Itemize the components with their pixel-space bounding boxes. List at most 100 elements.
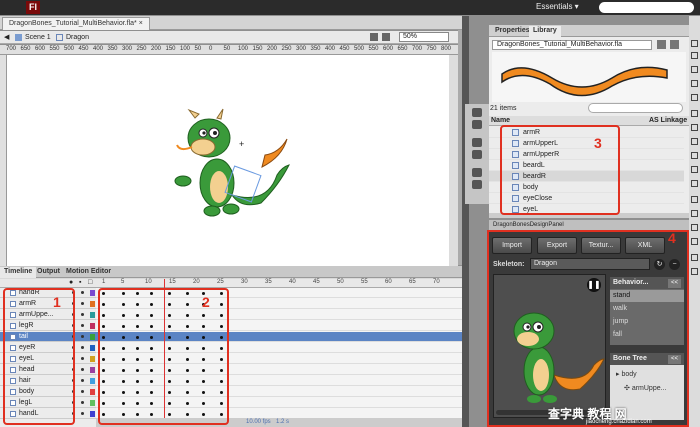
lock-dot[interactable] bbox=[81, 390, 84, 393]
refresh-icon[interactable]: ↻ bbox=[654, 259, 665, 270]
library-search-input[interactable] bbox=[588, 103, 683, 113]
layer-color-swatch[interactable] bbox=[90, 367, 95, 373]
pin-icon[interactable] bbox=[657, 40, 666, 49]
layer-color-swatch[interactable] bbox=[90, 312, 95, 318]
zoom-tool-icon[interactable] bbox=[691, 268, 698, 275]
brush-tool-icon[interactable] bbox=[691, 180, 698, 187]
skeleton-select[interactable]: Dragon bbox=[530, 258, 650, 270]
lock-dot[interactable] bbox=[81, 335, 84, 338]
breadcrumb-symbol[interactable]: Dragon bbox=[66, 33, 89, 42]
behavior-item[interactable]: walk bbox=[610, 303, 684, 315]
back-arrow-icon[interactable]: ◀ bbox=[4, 33, 9, 42]
remove-icon[interactable]: − bbox=[669, 259, 680, 270]
library-item-count: 21 items bbox=[490, 105, 517, 112]
tab-library[interactable]: Library bbox=[529, 26, 561, 37]
pause-button[interactable]: ❚❚ bbox=[587, 278, 601, 292]
dragon-character[interactable]: + bbox=[7, 55, 457, 266]
frame-ruler[interactable]: 1 5 10 15 20 25 30 35 40 45 50 55 60 65 70 bbox=[94, 279, 462, 288]
texture-button[interactable]: Textur... bbox=[581, 237, 621, 254]
swatches-icon[interactable] bbox=[472, 120, 482, 129]
annotation-box-1 bbox=[3, 288, 75, 425]
eraser-tool-icon[interactable] bbox=[691, 238, 698, 245]
layer-color-swatch[interactable] bbox=[90, 356, 95, 362]
lock-dot[interactable] bbox=[81, 302, 84, 305]
fps-readout[interactable]: 10.00 fps bbox=[246, 419, 271, 425]
column-name[interactable]: Name bbox=[491, 117, 510, 124]
help-search-input[interactable] bbox=[599, 2, 694, 13]
close-icon[interactable]: × bbox=[139, 20, 143, 27]
paint-bucket-tool-icon[interactable] bbox=[691, 210, 698, 217]
new-library-icon[interactable] bbox=[670, 40, 679, 49]
stage-canvas[interactable]: + bbox=[7, 55, 457, 266]
subselect-tool-icon[interactable] bbox=[691, 52, 698, 59]
layer-header: ● ▪ □ bbox=[0, 279, 96, 288]
ruler-tick-label: 100 bbox=[238, 46, 249, 52]
lock-dot[interactable] bbox=[81, 313, 84, 316]
lock-dot[interactable] bbox=[81, 412, 84, 415]
tab-motion-editor[interactable]: Motion Editor bbox=[62, 267, 115, 278]
xml-button[interactable]: XML bbox=[625, 237, 665, 254]
document-tab[interactable]: DragonBones_Tutorial_MultiBehavior.fla* … bbox=[2, 17, 150, 30]
import-button[interactable]: Import bbox=[492, 237, 532, 254]
tab-properties[interactable]: Properties bbox=[491, 26, 534, 37]
export-button[interactable]: Export bbox=[537, 237, 577, 254]
hand-tool-icon[interactable] bbox=[691, 254, 698, 261]
tab-output[interactable]: Output bbox=[33, 267, 64, 278]
align-icon[interactable] bbox=[472, 138, 482, 147]
layer-color-swatch[interactable] bbox=[90, 334, 95, 340]
dragon-preview-image bbox=[513, 312, 605, 403]
lasso-tool-icon[interactable] bbox=[691, 94, 698, 101]
layer-color-swatch[interactable] bbox=[90, 378, 95, 384]
line-tool-icon[interactable] bbox=[691, 138, 698, 145]
lock-dot[interactable] bbox=[81, 357, 84, 360]
behavior-item[interactable]: fall bbox=[610, 329, 684, 341]
layer-color-swatch[interactable] bbox=[90, 301, 95, 307]
library-document-select[interactable]: DragonBones_Tutorial_MultiBehavior.fla bbox=[492, 40, 652, 50]
layer-color-swatch[interactable] bbox=[90, 411, 95, 417]
outline-icon[interactable]: □ bbox=[88, 279, 92, 286]
layer-color-swatch[interactable] bbox=[90, 290, 95, 296]
transform-icon[interactable] bbox=[472, 150, 482, 159]
pencil-tool-icon[interactable] bbox=[691, 166, 698, 173]
edit-symbol-icon[interactable] bbox=[382, 33, 390, 41]
behavior-item[interactable]: stand bbox=[610, 290, 684, 302]
layer-color-swatch[interactable] bbox=[90, 400, 95, 406]
selection-tool-icon[interactable] bbox=[691, 40, 698, 47]
eyedropper-tool-icon[interactable] bbox=[691, 224, 698, 231]
behavior-collapse-button[interactable]: << bbox=[668, 279, 681, 288]
lock-icon[interactable]: ▪ bbox=[79, 279, 81, 286]
breadcrumb-scene[interactable]: Scene 1 bbox=[25, 33, 51, 42]
lock-dot[interactable] bbox=[81, 324, 84, 327]
ruler-tick-label: 50 bbox=[223, 46, 231, 52]
bone-item[interactable]: ▸ body bbox=[616, 370, 637, 378]
zoom-select[interactable]: 50% bbox=[399, 32, 449, 42]
pen-tool-icon[interactable] bbox=[691, 110, 698, 117]
bone-tool-icon[interactable] bbox=[691, 196, 698, 203]
lock-dot[interactable] bbox=[81, 291, 84, 294]
column-as-linkage[interactable]: AS Linkage bbox=[649, 117, 687, 124]
tab-timeline[interactable]: Timeline bbox=[0, 267, 37, 278]
workspace-switcher[interactable]: Essentials ▾ bbox=[536, 2, 579, 11]
bone-item[interactable]: ✣ armUppe... bbox=[624, 384, 666, 392]
layer-color-swatch[interactable] bbox=[90, 389, 95, 395]
eye-icon[interactable]: ● bbox=[69, 279, 73, 286]
text-tool-icon[interactable] bbox=[691, 124, 698, 131]
layer-color-swatch[interactable] bbox=[90, 345, 95, 351]
edit-scene-icon[interactable] bbox=[370, 33, 378, 41]
3d-tool-icon[interactable] bbox=[691, 80, 698, 87]
stage-scrollbar[interactable] bbox=[449, 55, 458, 266]
lock-dot[interactable] bbox=[81, 401, 84, 404]
lock-dot[interactable] bbox=[81, 346, 84, 349]
frame-number: 5 bbox=[121, 279, 125, 285]
layer-color-swatch[interactable] bbox=[90, 323, 95, 329]
transform-tool-icon[interactable] bbox=[691, 66, 698, 73]
rectangle-tool-icon[interactable] bbox=[691, 152, 698, 159]
behavior-item[interactable]: jump bbox=[610, 316, 684, 328]
bone-tree-collapse-button[interactable]: << bbox=[668, 355, 681, 364]
components-icon[interactable] bbox=[472, 180, 482, 189]
edit-bar: ◀ Scene 1 Dragon 50% bbox=[0, 31, 462, 44]
lock-dot[interactable] bbox=[81, 379, 84, 382]
lock-dot[interactable] bbox=[81, 368, 84, 371]
code-icon[interactable] bbox=[472, 168, 482, 177]
color-icon[interactable] bbox=[472, 108, 482, 117]
